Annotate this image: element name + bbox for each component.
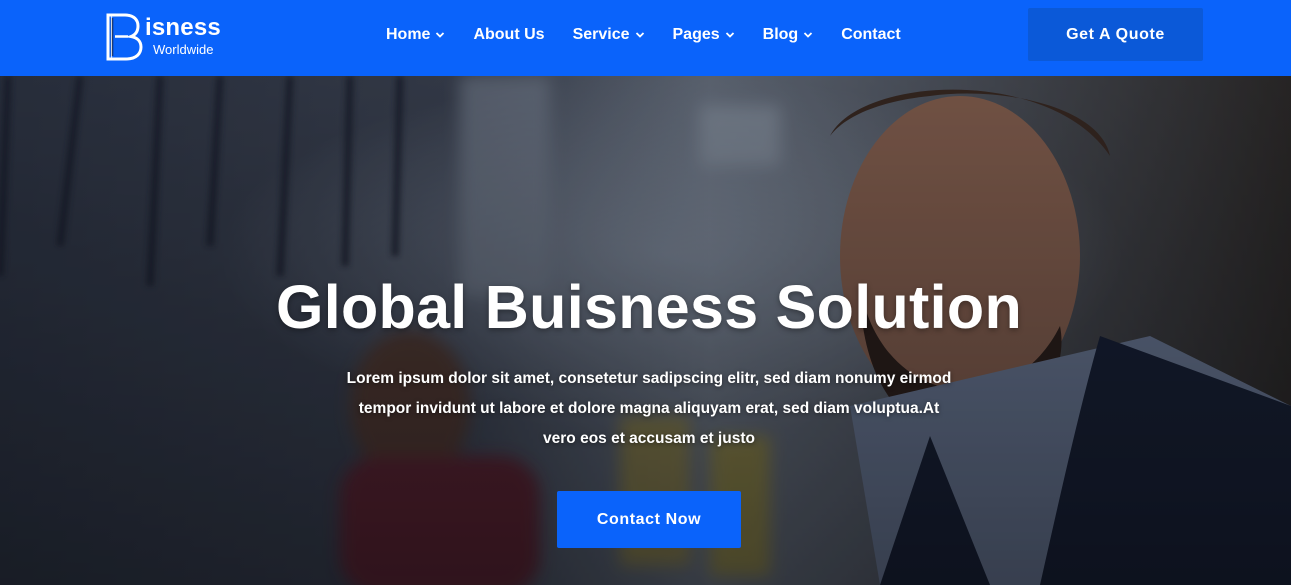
- hero-title: Global Buisness Solution: [275, 273, 1023, 341]
- nav-item-service[interactable]: Service: [573, 26, 645, 44]
- logo-b-icon: [106, 13, 143, 61]
- nav-item-blog[interactable]: Blog: [763, 26, 814, 44]
- nav-item-home[interactable]: Home: [386, 26, 445, 44]
- nav-item-label: About Us: [473, 26, 545, 43]
- chevron-down-icon: [635, 32, 644, 38]
- brand-tagline: Worldwide: [153, 42, 214, 57]
- brand-logo[interactable]: isness Worldwide: [104, 12, 234, 62]
- nav-item-label: Service: [572, 26, 630, 43]
- chevron-down-icon: [725, 32, 734, 38]
- get-a-quote-button[interactable]: Get A Quote: [1028, 8, 1203, 61]
- nav-item-about-us[interactable]: About Us: [473, 26, 544, 44]
- brand-name: isness: [145, 14, 221, 41]
- chevron-down-icon: [436, 32, 445, 38]
- hero-description: Lorem ipsum dolor sit amet, consetetur s…: [346, 370, 952, 447]
- nav-item-label: Pages: [672, 26, 720, 43]
- hero-section: Global Buisness Solution Lorem ipsum dol…: [0, 76, 1291, 585]
- contact-now-button[interactable]: Contact Now: [557, 491, 741, 548]
- nav-item-label: Blog: [762, 26, 799, 43]
- nav-item-contact[interactable]: Contact: [841, 26, 901, 44]
- nav-item-label: Contact: [841, 26, 901, 43]
- nav-item-label: Home: [386, 26, 431, 43]
- hero-content: Global Buisness Solution Lorem ipsum dol…: [0, 76, 1291, 585]
- top-navbar: isness Worldwide Home About Us Service P…: [0, 0, 1291, 76]
- main-nav: Home About Us Service Pages Blog Contact: [386, 24, 901, 46]
- chevron-down-icon: [804, 32, 813, 38]
- nav-item-pages[interactable]: Pages: [673, 26, 735, 44]
